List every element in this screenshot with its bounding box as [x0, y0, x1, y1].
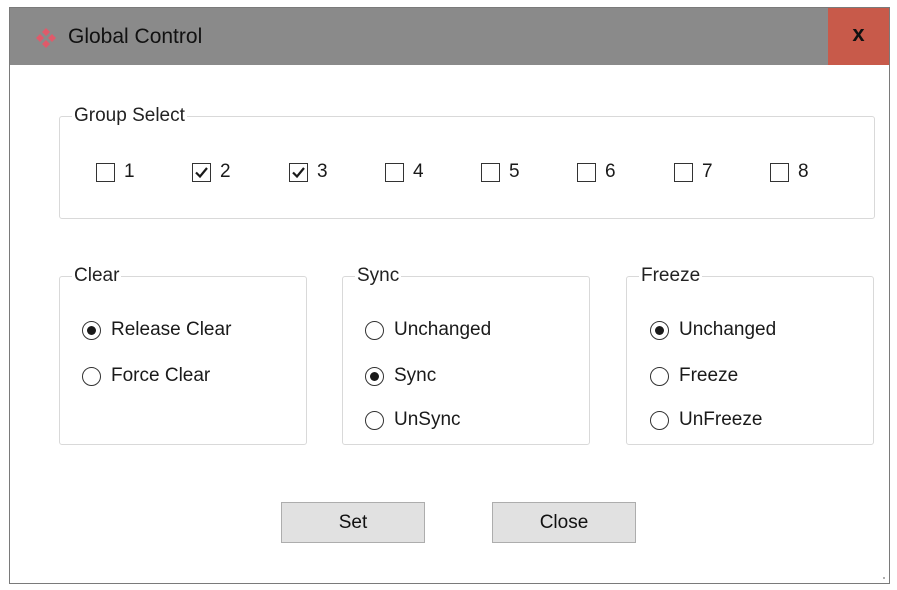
group-checkbox-2[interactable]: 2 [192, 161, 231, 183]
checkbox-box[interactable] [192, 162, 211, 182]
radio-button[interactable] [365, 320, 384, 340]
radio-button[interactable] [650, 366, 669, 386]
group-select-panel: Group Select [59, 105, 875, 219]
checkbox-label: 5 [509, 161, 520, 182]
close-button[interactable]: Close [492, 502, 636, 543]
radio-button[interactable] [650, 410, 669, 430]
radio-button[interactable] [82, 366, 101, 386]
global-control-window: Global Control x Group Select 1 2 3 4 5 [9, 7, 890, 584]
freeze-option-unchanged[interactable]: Unchanged [650, 319, 776, 341]
group-checkbox-4[interactable]: 4 [385, 161, 424, 183]
checkbox-label: 1 [124, 161, 135, 182]
radio-label: UnSync [394, 409, 461, 430]
radio-button[interactable] [365, 366, 384, 386]
checkbox-box[interactable] [577, 162, 596, 182]
radio-label: Freeze [679, 365, 739, 386]
checkbox-box[interactable] [674, 162, 693, 182]
checkbox-label: 2 [220, 161, 231, 182]
dialog-body: Group Select 1 2 3 4 5 6 7 8 Clear Relea… [10, 65, 889, 583]
radio-selected-dot [655, 325, 664, 335]
freeze-legend: Freeze [641, 265, 701, 286]
set-button[interactable]: Set [281, 502, 425, 543]
checkbox-box[interactable] [770, 162, 789, 182]
clear-option-release[interactable]: Release Clear [82, 319, 231, 341]
checkbox-label: 3 [317, 161, 328, 182]
checkbox-box[interactable] [385, 162, 404, 182]
radio-label: UnFreeze [679, 409, 763, 430]
radio-label: Unchanged [394, 319, 492, 340]
checkbox-label: 4 [413, 161, 424, 182]
title-bar[interactable]: Global Control x [10, 8, 889, 65]
radio-button[interactable] [650, 320, 669, 340]
freeze-option-unfreeze[interactable]: UnFreeze [650, 409, 762, 431]
radio-button[interactable] [82, 320, 101, 340]
close-window-button[interactable]: x [828, 8, 889, 65]
sync-legend: Sync [357, 265, 400, 286]
app-logo-icon [36, 28, 56, 48]
group-checkbox-5[interactable]: 5 [481, 161, 520, 183]
resize-grip-icon[interactable] [878, 572, 886, 580]
checkbox-box[interactable] [96, 162, 115, 182]
sync-option-sync[interactable]: Sync [365, 365, 436, 387]
checkbox-label: 7 [702, 161, 713, 182]
sync-option-unsync[interactable]: UnSync [365, 409, 461, 431]
group-checkbox-1[interactable]: 1 [96, 161, 135, 183]
radio-label: Sync [394, 365, 437, 386]
radio-label: Force Clear [111, 365, 211, 386]
checkbox-label: 8 [798, 161, 809, 182]
clear-panel: Clear [59, 265, 307, 445]
checkmark-icon [195, 166, 208, 178]
group-checkbox-7[interactable]: 7 [674, 161, 713, 183]
group-select-legend: Group Select [74, 105, 185, 126]
group-checkbox-8[interactable]: 8 [770, 161, 809, 183]
checkbox-box[interactable] [289, 162, 308, 182]
window-title: Global Control [68, 25, 203, 48]
checkmark-icon [292, 166, 305, 178]
radio-selected-dot [87, 325, 96, 335]
group-checkbox-6[interactable]: 6 [577, 161, 616, 183]
radio-selected-dot [370, 371, 379, 381]
checkbox-box[interactable] [481, 162, 500, 182]
sync-option-unchanged[interactable]: Unchanged [365, 319, 491, 341]
group-checkbox-3[interactable]: 3 [289, 161, 328, 183]
clear-legend: Clear [74, 265, 120, 286]
radio-label: Unchanged [679, 319, 777, 340]
radio-button[interactable] [365, 410, 384, 430]
freeze-option-freeze[interactable]: Freeze [650, 365, 738, 387]
radio-label: Release Clear [111, 319, 232, 340]
checkbox-label: 6 [605, 161, 616, 182]
clear-option-force[interactable]: Force Clear [82, 365, 210, 387]
